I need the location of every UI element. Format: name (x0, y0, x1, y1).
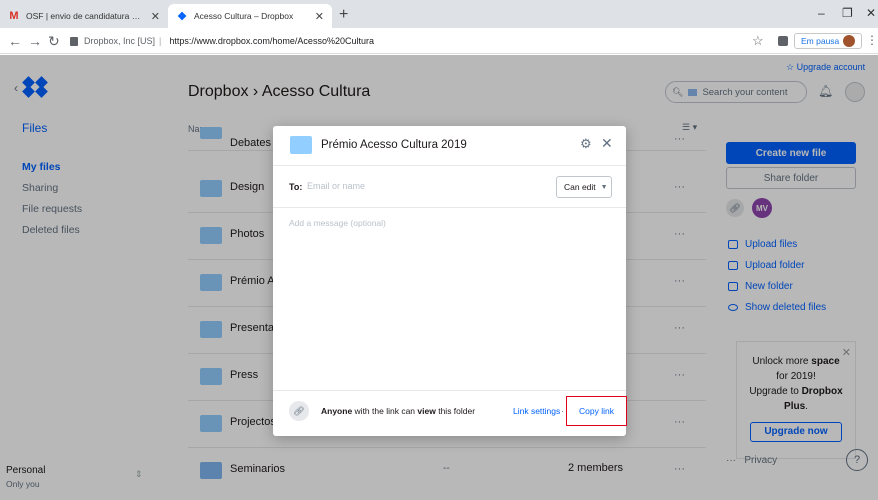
dropbox-icon: ❖ (177, 10, 187, 23)
link-icon: 🔗︎ (289, 401, 309, 421)
chevron-down-icon: ▼ (600, 183, 608, 191)
invite-row: To: Can edit ▼ (273, 166, 626, 208)
profile-avatar (843, 35, 856, 47)
close-tab-icon[interactable]: ✕ (151, 10, 160, 23)
extension-icon[interactable] (778, 36, 788, 46)
new-tab-button[interactable]: + (339, 6, 348, 24)
minimize-button[interactable]: – (818, 6, 825, 20)
link-separator: · (561, 406, 564, 416)
close-window-button[interactable]: ✕ (866, 6, 876, 20)
profile-status-button[interactable]: Em pausa (794, 33, 863, 49)
url-divider: | (159, 36, 162, 46)
lock-icon (70, 36, 78, 46)
browser-tab-gmail[interactable]: M OSF | envio de candidatura Prém ✕ (0, 4, 168, 28)
copy-link-button[interactable]: Copy link (566, 396, 627, 426)
link-access-text: Anyone with the link can view this folde… (321, 406, 476, 416)
maximize-button[interactable]: ❐ (842, 6, 853, 20)
email-field[interactable] (307, 177, 547, 195)
modal-footer: 🔗︎ Anyone with the link can view this fo… (273, 390, 627, 436)
message-field[interactable] (289, 218, 609, 378)
bookmark-star-icon[interactable]: ☆ (752, 33, 764, 49)
close-icon[interactable]: ✕ (601, 135, 613, 152)
profile-status-label: Em pausa (801, 36, 840, 46)
site-identity: Dropbox, Inc [US] (84, 36, 156, 46)
tab-title: OSF | envio de candidatura Prém (26, 11, 145, 21)
tab-title: Acesso Cultura – Dropbox (194, 11, 294, 21)
close-tab-icon[interactable]: ✕ (315, 10, 324, 23)
browser-tab-bar: M OSF | envio de candidatura Prém ✕ ❖ Ac… (0, 0, 878, 28)
reload-icon[interactable]: ↻ (48, 33, 60, 50)
to-label: To: (289, 182, 303, 192)
modal-title: Prémio Acesso Cultura 2019 (321, 139, 467, 151)
modal-header: Prémio Acesso Cultura 2019 ⚙ ✕ (273, 126, 626, 166)
url-field[interactable]: Dropbox, Inc [US] | https://www.dropbox.… (70, 31, 738, 51)
permission-value: Can edit (564, 182, 596, 192)
forward-arrow-icon[interactable]: → (28, 33, 42, 49)
link-settings-link[interactable]: Link settings (513, 406, 560, 416)
folder-icon (290, 136, 312, 154)
back-arrow-icon[interactable]: ← (8, 33, 22, 49)
url-text: https://www.dropbox.com/home/Acesso%20Cu… (169, 36, 374, 46)
permission-select[interactable]: Can edit ▼ (556, 176, 612, 198)
browser-tab-dropbox[interactable]: ❖ Acesso Cultura – Dropbox ✕ (168, 4, 332, 28)
browser-menu-icon[interactable]: ⋮ (866, 33, 878, 47)
address-bar: ← → ↻ Dropbox, Inc [US] | https://www.dr… (0, 28, 878, 54)
gear-icon[interactable]: ⚙ (580, 136, 592, 152)
gmail-icon: M (9, 10, 19, 22)
share-modal: Prémio Acesso Cultura 2019 ⚙ ✕ To: Can e… (273, 126, 627, 436)
